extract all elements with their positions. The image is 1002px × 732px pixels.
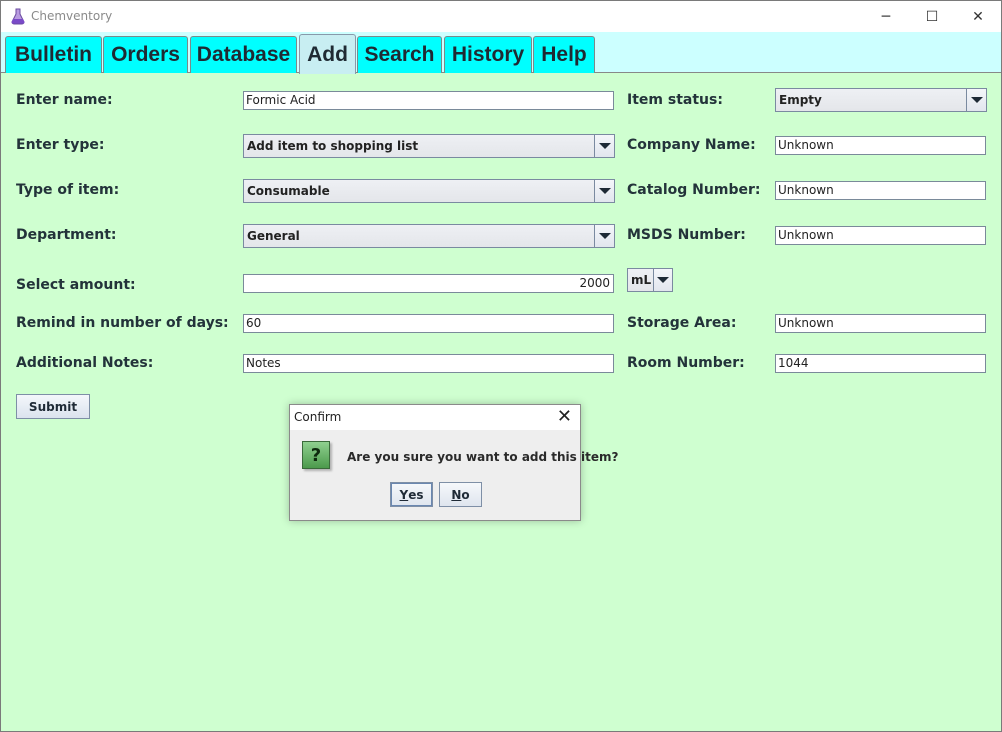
maximize-button[interactable]: ☐ (909, 1, 955, 32)
company-field[interactable]: Unknown (775, 136, 986, 155)
app-window: Chemventory ─ ☐ ✕ Bulletin Orders Databa… (0, 0, 1002, 732)
department-combo-value: General (247, 229, 300, 243)
item-type-label: Type of item: (16, 182, 120, 198)
room-field[interactable]: 1044 (775, 354, 986, 373)
confirm-dialog: Confirm ✕ ? Are you sure you want to add… (289, 404, 618, 521)
close-button[interactable]: ✕ (955, 1, 1001, 32)
chevron-down-icon[interactable] (653, 269, 672, 291)
unit-combo[interactable]: mL (627, 268, 673, 292)
msds-label: MSDS Number: (627, 227, 746, 243)
name-field[interactable]: Formic Acid (243, 91, 614, 110)
department-combo[interactable]: General (243, 224, 615, 248)
dialog-title: Confirm (294, 410, 342, 424)
remind-field[interactable]: 60 (243, 314, 614, 333)
storage-label: Storage Area: (627, 315, 737, 331)
status-combo-value: Empty (779, 93, 822, 107)
no-label-rest: o (461, 487, 470, 502)
close-icon: ✕ (972, 8, 984, 25)
close-icon[interactable]: ✕ (557, 407, 572, 427)
status-combo[interactable]: Empty (775, 88, 987, 112)
minimize-icon: ─ (881, 8, 891, 25)
type-combo-value: Add item to shopping list (247, 139, 419, 153)
tab-search[interactable]: Search (357, 36, 442, 73)
tab-help[interactable]: Help (533, 36, 595, 73)
amount-label: Select amount: (16, 277, 136, 293)
tab-bulletin[interactable]: Bulletin (5, 36, 102, 73)
dialog-message: Are you sure you want to add this item? (347, 450, 619, 464)
storage-field[interactable]: Unknown (775, 314, 986, 333)
tab-history[interactable]: History (444, 36, 532, 73)
tab-strip: Bulletin Orders Database Add Search Hist… (1, 32, 1001, 74)
yes-mnemonic: Y (399, 487, 409, 502)
name-label: Enter name: (16, 92, 113, 108)
unit-combo-value: mL (631, 273, 652, 287)
chevron-down-icon[interactable] (966, 89, 986, 111)
chevron-down-icon[interactable] (594, 180, 614, 202)
notes-label: Additional Notes: (16, 355, 154, 371)
chevron-down-icon[interactable] (594, 135, 614, 157)
yes-label-rest: es (408, 487, 424, 502)
maximize-icon: ☐ (925, 8, 939, 25)
remind-label: Remind in number of days: (16, 315, 229, 331)
amount-field[interactable]: 2000 (243, 274, 614, 293)
company-label: Company Name: (627, 137, 756, 153)
submit-button[interactable]: Submit (16, 394, 90, 419)
question-icon: ? (302, 441, 330, 469)
tab-orders[interactable]: Orders (103, 36, 188, 73)
notes-field[interactable]: Notes (243, 354, 614, 373)
chevron-down-icon[interactable] (594, 225, 614, 247)
flask-icon (11, 8, 25, 25)
no-button[interactable]: No (439, 482, 482, 507)
tab-add[interactable]: Add (299, 34, 356, 74)
msds-field[interactable]: Unknown (775, 226, 986, 245)
no-mnemonic: N (451, 487, 462, 502)
room-label: Room Number: (627, 355, 745, 371)
item-type-combo[interactable]: Consumable (243, 179, 615, 203)
tab-database[interactable]: Database (190, 36, 297, 73)
window-title: Chemventory (31, 9, 113, 23)
type-label: Enter type: (16, 137, 105, 153)
item-type-combo-value: Consumable (247, 184, 330, 198)
catalog-field[interactable]: Unknown (775, 181, 986, 200)
yes-button[interactable]: Yes (390, 482, 433, 507)
dialog-title-bar: Confirm ✕ (290, 405, 580, 430)
title-bar: Chemventory ─ ☐ ✕ (1, 1, 1001, 32)
catalog-label: Catalog Number: (627, 182, 761, 198)
type-combo[interactable]: Add item to shopping list (243, 134, 615, 158)
department-label: Department: (16, 227, 117, 243)
status-label: Item status: (627, 92, 723, 108)
minimize-button[interactable]: ─ (863, 1, 909, 32)
